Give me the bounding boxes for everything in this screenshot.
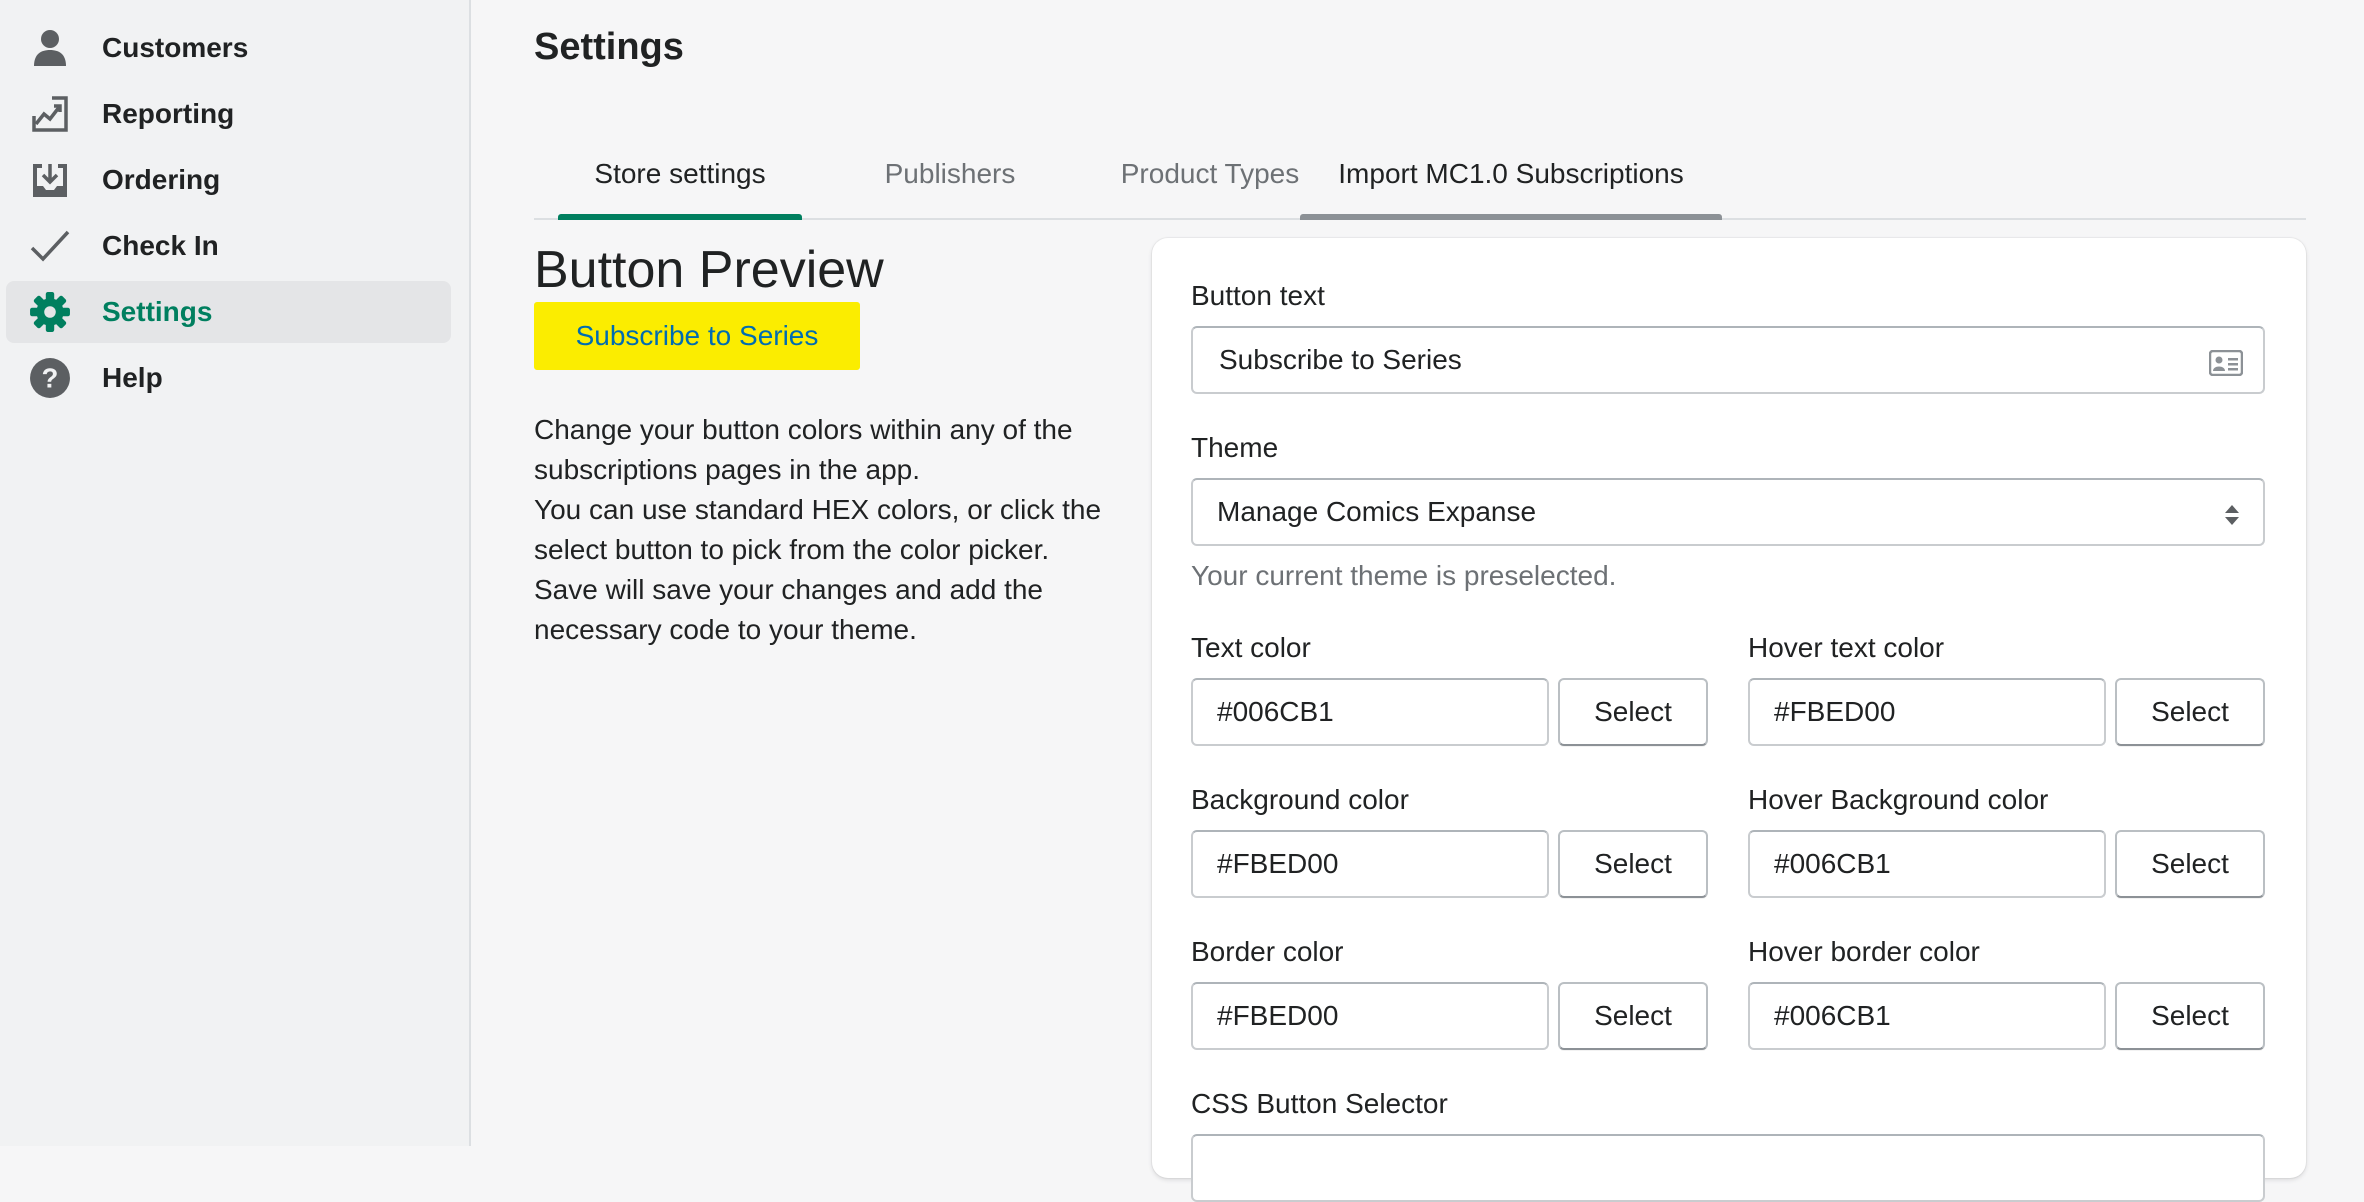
button-text-label: Button text bbox=[1191, 280, 1325, 311]
tab-publishers[interactable]: Publishers bbox=[824, 130, 1076, 218]
input-value: Subscribe to Series bbox=[1219, 344, 1462, 375]
sidebar-item-check-in[interactable]: Check In bbox=[6, 215, 451, 277]
theme-hint: Your current theme is preselected. bbox=[1191, 560, 1617, 591]
background-color-label: Background color bbox=[1191, 784, 1409, 815]
text-color-input[interactable]: #006CB1 bbox=[1191, 678, 1549, 746]
tab-bar: Store settings Publishers Product Types … bbox=[534, 130, 2306, 220]
hover-text-color-label: Hover text color bbox=[1748, 632, 1945, 663]
theme-select[interactable]: Manage Comics Expanse bbox=[1191, 478, 2265, 546]
sidebar-item-ordering[interactable]: Ordering bbox=[6, 149, 451, 211]
tab-label: Store settings bbox=[594, 158, 766, 189]
sidebar-item-settings[interactable]: Settings bbox=[6, 281, 451, 343]
input-value: #006CB1 bbox=[1774, 848, 1891, 879]
sidebar-item-customers[interactable]: Customers bbox=[6, 17, 451, 79]
css-selector-input[interactable] bbox=[1191, 1134, 2265, 1202]
sidebar: Customers Reporting Ordering Check In Se… bbox=[0, 0, 471, 1146]
tab-indicator bbox=[1300, 214, 1722, 220]
border-color-select-button[interactable]: Select bbox=[1558, 982, 1708, 1050]
help-line: Save will save your changes and add the … bbox=[534, 574, 1043, 645]
page-title: Settings bbox=[534, 26, 684, 68]
text-color-label: Text color bbox=[1191, 632, 1311, 663]
theme-label: Theme bbox=[1191, 432, 1279, 463]
chart-icon bbox=[28, 92, 72, 136]
tab-indicator bbox=[824, 214, 1076, 220]
tab-indicator bbox=[558, 214, 802, 220]
sidebar-item-label: Help bbox=[102, 362, 163, 393]
sidebar-item-label: Check In bbox=[102, 230, 219, 261]
select-arrows-icon bbox=[2223, 502, 2241, 534]
preview-heading: Button Preview bbox=[534, 241, 884, 299]
hover-text-color-input[interactable]: #FBED00 bbox=[1748, 678, 2106, 746]
css-selector-label: CSS Button Selector bbox=[1191, 1088, 1448, 1119]
hover-background-color-select-button[interactable]: Select bbox=[2115, 830, 2265, 898]
help-line: You can use standard HEX colors, or clic… bbox=[534, 494, 1102, 565]
preview-help-text: Change your button colors within any of … bbox=[534, 410, 1114, 650]
select-value: Manage Comics Expanse bbox=[1217, 496, 1537, 527]
button-text-input[interactable]: Subscribe to Series bbox=[1191, 326, 2265, 394]
tab-store-settings[interactable]: Store settings bbox=[558, 130, 802, 220]
hover-text-color-select-button[interactable]: Select bbox=[2115, 678, 2265, 746]
sidebar-item-help[interactable]: ? Help bbox=[6, 347, 451, 409]
tab-label: Product Types bbox=[1120, 158, 1300, 189]
button-settings-card: Button text Subscribe to Series Theme Ma… bbox=[1152, 238, 2306, 1202]
checkmark-icon bbox=[28, 224, 72, 268]
person-icon bbox=[28, 26, 72, 70]
sidebar-item-label: Reporting bbox=[102, 98, 235, 129]
hover-border-color-label: Hover border color bbox=[1748, 936, 1980, 967]
help-line: Change your button colors within any of … bbox=[534, 414, 1073, 485]
tab-label: Publishers bbox=[884, 158, 1016, 189]
sidebar-item-reporting[interactable]: Reporting bbox=[6, 83, 451, 145]
border-color-input[interactable]: #FBED00 bbox=[1191, 982, 1549, 1050]
hover-border-color-select-button[interactable]: Select bbox=[2115, 982, 2265, 1050]
border-color-label: Border color bbox=[1191, 936, 1344, 967]
input-value: #006CB1 bbox=[1774, 1000, 1891, 1031]
question-icon: ? bbox=[28, 356, 72, 400]
background-color-input[interactable]: #FBED00 bbox=[1191, 830, 1549, 898]
hover-border-color-input[interactable]: #006CB1 bbox=[1748, 982, 2106, 1050]
sidebar-item-label: Ordering bbox=[102, 164, 221, 195]
contact-card-icon bbox=[2208, 349, 2244, 383]
background-color-select-button[interactable]: Select bbox=[1558, 830, 1708, 898]
hover-background-color-input[interactable]: #006CB1 bbox=[1748, 830, 2106, 898]
input-value: #FBED00 bbox=[1774, 696, 1896, 727]
input-value: #FBED00 bbox=[1217, 848, 1339, 879]
svg-text:?: ? bbox=[42, 362, 59, 393]
sidebar-item-label: Customers bbox=[102, 32, 249, 63]
text-color-select-button[interactable]: Select bbox=[1558, 678, 1708, 746]
download-icon bbox=[28, 158, 72, 202]
tab-import-mc1-subscriptions[interactable]: Import MC1.0 Subscriptions bbox=[1300, 130, 1722, 220]
input-value: #FBED00 bbox=[1217, 1000, 1339, 1031]
hover-background-color-label: Hover Background color bbox=[1748, 784, 2049, 815]
sidebar-item-label: Settings bbox=[102, 296, 213, 327]
tab-label: Import MC1.0 Subscriptions bbox=[1338, 158, 1684, 189]
gear-icon bbox=[28, 290, 72, 334]
preview-subscribe-button[interactable]: Subscribe to Series bbox=[534, 302, 860, 370]
input-value: #006CB1 bbox=[1217, 696, 1334, 727]
